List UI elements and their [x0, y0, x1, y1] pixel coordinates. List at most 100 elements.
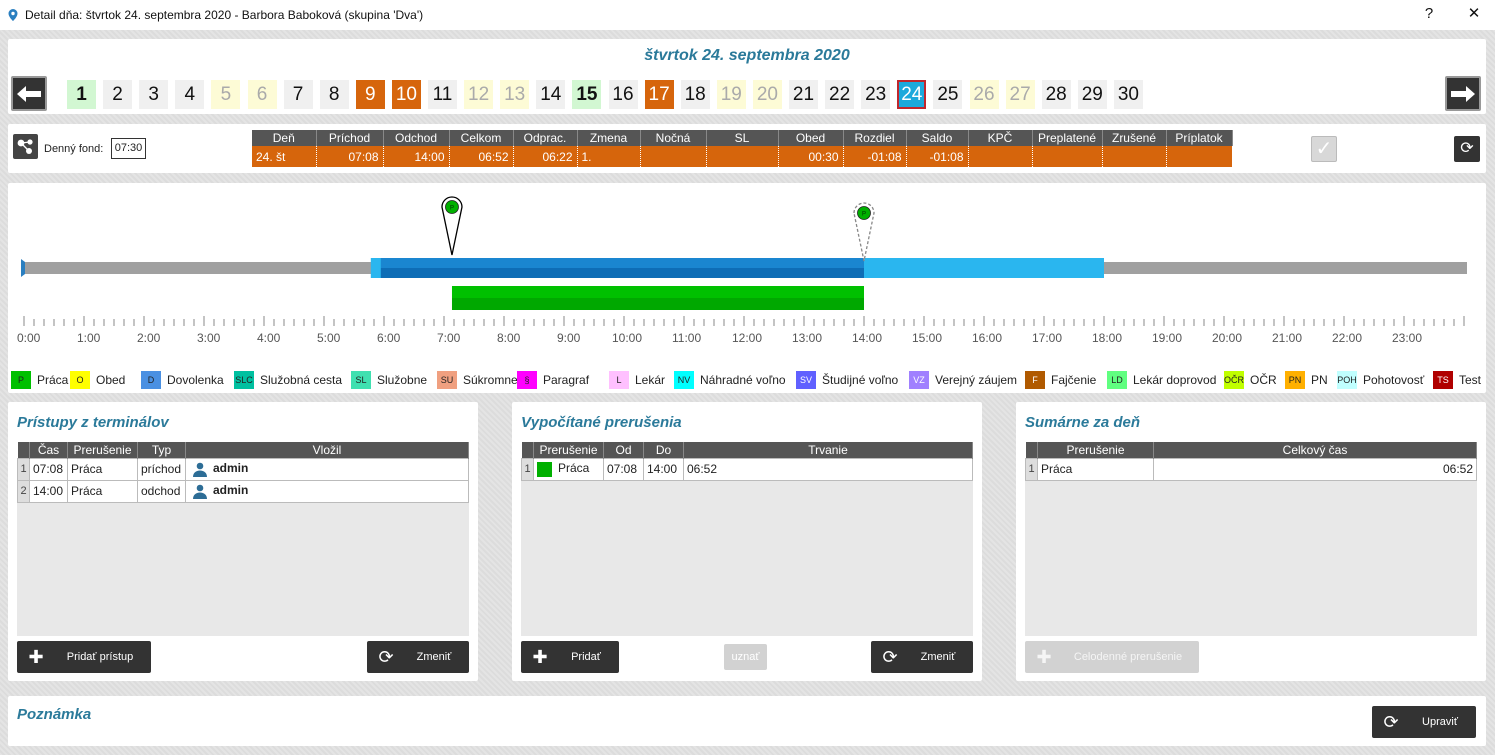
next-day-button[interactable]	[1445, 76, 1481, 111]
day-6[interactable]: 6	[247, 80, 277, 109]
table-row[interactable]: 1 Práca 07:08 14:00 06:52	[521, 457, 973, 481]
col-od[interactable]: Od	[603, 442, 644, 458]
day-10[interactable]: 10	[391, 80, 421, 109]
prev-day-button[interactable]	[11, 76, 47, 111]
day-20[interactable]: 20	[752, 80, 782, 109]
pristupy-panel: Prístupy z terminálov Čas Prerušenie Typ…	[8, 402, 478, 681]
summary-cell-3: 06:52	[449, 146, 514, 167]
day-29[interactable]: 29	[1077, 80, 1107, 109]
summary-col-5: Zmena	[577, 130, 641, 146]
day-1[interactable]: 1	[67, 80, 96, 109]
user-name: admin	[213, 483, 249, 498]
day-7[interactable]: 7	[283, 80, 313, 109]
access-pin-1[interactable]: P	[441, 196, 463, 256]
col-vlozil[interactable]: Vložil	[185, 442, 469, 458]
day-18[interactable]: 18	[680, 80, 710, 109]
day-2[interactable]: 2	[103, 80, 133, 109]
upravit-button[interactable]: ⟳ Upraviť	[1372, 706, 1476, 738]
summary-cell-1: 07:08	[316, 146, 384, 167]
col-celkovy-cas[interactable]: Celkový čas	[1153, 442, 1477, 458]
day-11[interactable]: 11	[428, 80, 457, 109]
pin-label: P	[450, 206, 454, 212]
day-13[interactable]: 13	[500, 80, 530, 109]
day-27[interactable]: 27	[1005, 80, 1035, 109]
legend-swatch: §	[517, 371, 537, 389]
legend-item-15: POH Pohotovosť	[1337, 371, 1424, 389]
legend-item-14: PN PN	[1285, 371, 1328, 389]
table-row[interactable]: 1 07:08 Práca príchod admin	[17, 457, 469, 481]
summary-cell-11	[968, 146, 1033, 167]
day-26[interactable]: 26	[969, 80, 999, 109]
day-28[interactable]: 28	[1041, 80, 1071, 109]
hour-label: 1:00	[77, 331, 101, 345]
col-prerusenie[interactable]: Prerušenie	[533, 442, 604, 458]
day-23[interactable]: 23	[861, 80, 891, 109]
col-cas[interactable]: Čas	[29, 442, 68, 458]
col-prerusenie[interactable]: Prerušenie	[1037, 442, 1154, 458]
summary-cell-13	[1102, 146, 1167, 167]
fund-value[interactable]: 07:30	[111, 138, 146, 159]
day-30[interactable]: 30	[1113, 80, 1143, 109]
hour-label: 6:00	[377, 331, 401, 345]
add-pristup-button[interactable]: ✚ Pridať prístup	[17, 641, 151, 673]
hour-label: 2:00	[137, 331, 161, 345]
legend-label: Súkromne	[463, 373, 518, 387]
access-pin-2[interactable]: P	[853, 202, 875, 262]
day-9[interactable]: 9	[355, 80, 385, 109]
table-row[interactable]: 1 Práca 06:52	[1025, 457, 1477, 481]
confirm-button[interactable]: ✓	[1311, 136, 1337, 162]
cell-prerusenie: Práca	[1037, 457, 1154, 481]
day-24[interactable]: 24	[897, 80, 927, 109]
day-14[interactable]: 14	[536, 80, 566, 109]
day-4[interactable]: 4	[175, 80, 205, 109]
hour-label: 18:00	[1092, 331, 1123, 345]
col-do[interactable]: Do	[643, 442, 684, 458]
summary-col-7: SL	[706, 130, 779, 146]
hour-label: 17:00	[1032, 331, 1063, 345]
day-5[interactable]: 5	[211, 80, 241, 109]
help-button[interactable]: ?	[1418, 4, 1440, 24]
cell-typ: príchod	[137, 457, 186, 481]
day-8[interactable]: 8	[319, 80, 349, 109]
hour-label: 9:00	[557, 331, 581, 345]
legend-item-13: OČR OČR	[1224, 371, 1277, 389]
day-3[interactable]: 3	[139, 80, 169, 109]
summary-cell-4: 06:22	[513, 146, 578, 167]
table-row[interactable]: 2 14:00 Práca odchod admin	[17, 479, 469, 503]
day-19[interactable]: 19	[716, 80, 746, 109]
add-prerusenie-button[interactable]: ✚ Pridať	[521, 641, 619, 673]
cell-typ: odchod	[137, 479, 186, 503]
day-22[interactable]: 22	[825, 80, 855, 109]
change-pristup-button[interactable]: ⟳ Zmeniť	[367, 641, 469, 673]
cell-prerusenie: Práca	[67, 457, 138, 481]
col-trvanie[interactable]: Trvanie	[683, 442, 973, 458]
user-name: admin	[213, 461, 249, 476]
celodenne-prerusenie-button[interactable]: ✚ Celodenné prerušenie	[1025, 641, 1199, 673]
day-16[interactable]: 16	[608, 80, 638, 109]
cell-do: 14:00	[643, 457, 684, 481]
cell-vlozil: admin	[185, 479, 469, 503]
legend-label: Lekár	[635, 373, 666, 387]
timeline-panel: P P 0:00 1:00 2:00 3:00 4:00 5:00 6:00 7:00 8:00 9…	[8, 183, 1486, 393]
legend-label: Pohotovosť	[1363, 373, 1425, 387]
day-15[interactable]: 15	[572, 80, 602, 109]
cell-cas: 14:00	[29, 479, 68, 503]
legend-label: Lekár doprovod	[1133, 373, 1217, 387]
day-25[interactable]: 25	[933, 80, 963, 109]
legend-label: Práca	[37, 373, 69, 387]
col-typ[interactable]: Typ	[137, 442, 186, 458]
legend-swatch: F	[1025, 371, 1045, 389]
day-17[interactable]: 17	[644, 80, 674, 109]
hour-label: 5:00	[317, 331, 341, 345]
refresh-button[interactable]: ⟳	[1454, 136, 1480, 162]
close-button[interactable]: ✕	[1463, 4, 1485, 24]
col-prerusenie[interactable]: Prerušenie	[67, 442, 138, 458]
fund-settings-button[interactable]	[13, 134, 38, 159]
legend-swatch: LD	[1107, 371, 1127, 389]
day-21[interactable]: 21	[789, 80, 818, 109]
uznat-button[interactable]: uznať	[724, 644, 767, 670]
change-prerusenie-button[interactable]: ⟳ Zmeniť	[871, 641, 973, 673]
summary-col-2: Odchod	[383, 130, 450, 146]
day-navigation-panel: štvrtok 24. septembra 2020 1 2 3 4 5 6 7 8 9 10 11…	[8, 39, 1486, 114]
day-12[interactable]: 12	[464, 80, 494, 109]
